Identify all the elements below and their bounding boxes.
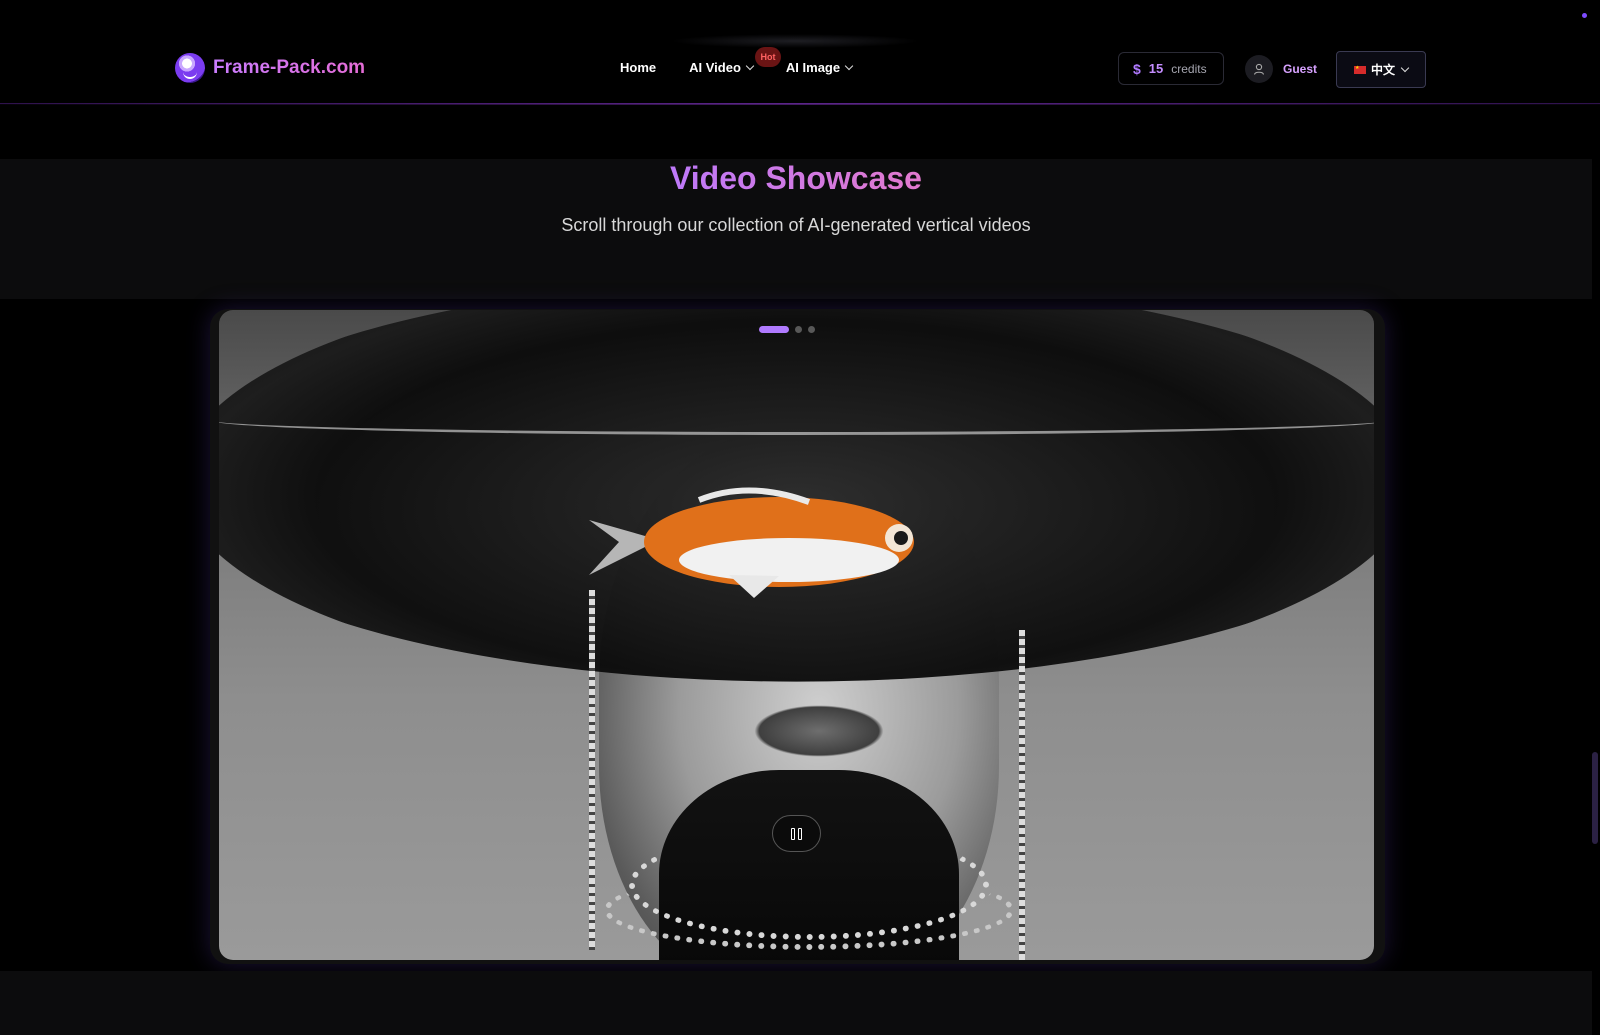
nav-ai-image[interactable]: AI Image xyxy=(785,60,854,75)
section-bottom-band xyxy=(0,971,1592,1035)
nav-hover-shadow xyxy=(670,34,920,48)
pause-icon-bar-right xyxy=(798,827,802,840)
hot-badge: Hot xyxy=(755,47,781,67)
carousel-dot-2[interactable] xyxy=(795,326,802,333)
nav-home[interactable]: Home xyxy=(620,60,656,75)
logo-icon xyxy=(175,53,205,83)
carousel-dot-3[interactable] xyxy=(808,326,815,333)
corner-indicator-dot xyxy=(1582,13,1587,18)
video-hat-rim xyxy=(219,405,1374,435)
video-pearl-necklace-lower xyxy=(604,870,1014,950)
china-flag-icon xyxy=(1353,65,1366,74)
chevron-down-icon xyxy=(745,61,755,71)
user-icon xyxy=(1245,55,1273,83)
carousel-dot-1[interactable] xyxy=(759,326,789,333)
credits-label: credits xyxy=(1171,61,1207,76)
user-name: Guest xyxy=(1283,62,1318,76)
video-player[interactable] xyxy=(219,310,1374,960)
main-nav: Home AI Video AI Image xyxy=(620,60,854,75)
credits-display[interactable]: $ 15 credits xyxy=(1118,52,1224,85)
brand-name: Frame-Pack.com xyxy=(213,57,366,78)
nav-home-label: Home xyxy=(620,60,657,75)
language-label: 中文 xyxy=(1370,63,1395,77)
video-lips-shape xyxy=(754,705,884,757)
pause-button[interactable] xyxy=(772,815,821,852)
brand-logo-link[interactable]: Frame-Pack.com xyxy=(175,53,365,83)
carousel-pagination xyxy=(759,326,815,333)
section-subtitle: Scroll through our collection of AI-gene… xyxy=(561,215,1031,235)
chevron-down-icon xyxy=(1400,63,1410,73)
nav-ai-video-label: AI Video xyxy=(689,60,741,75)
header-divider-glow xyxy=(0,103,1600,105)
section-title: Video Showcase xyxy=(0,160,1592,197)
language-selector[interactable]: 中文 xyxy=(1336,51,1426,88)
goldfish-icon xyxy=(589,487,914,598)
chevron-down-icon xyxy=(844,61,854,71)
nav-ai-image-label: AI Image xyxy=(785,60,841,75)
credits-amount: 15 xyxy=(1148,61,1164,76)
nav-ai-video[interactable]: AI Video xyxy=(689,60,755,75)
page-scrollbar[interactable] xyxy=(1592,752,1598,844)
video-earring-left xyxy=(589,590,595,950)
video-earring-right xyxy=(1019,630,1025,960)
pause-icon-bar-left xyxy=(791,827,795,840)
dollar-icon: $ xyxy=(1133,60,1141,77)
user-menu[interactable]: Guest xyxy=(1245,55,1317,83)
video-carousel[interactable] xyxy=(210,309,1385,964)
